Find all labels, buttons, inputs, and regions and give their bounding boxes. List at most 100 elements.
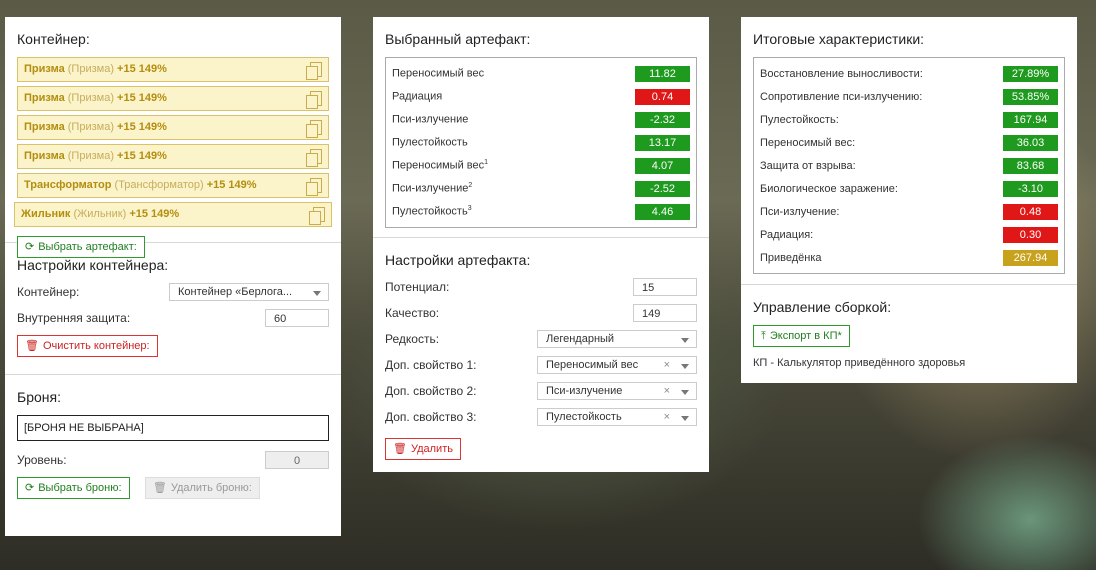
- total-value: 27.89%: [1003, 65, 1058, 82]
- slot-bonus: +15 149%: [117, 92, 167, 104]
- artifact-slot[interactable]: Призма (Призма) +15 149%: [17, 144, 329, 169]
- stat-row: Переносимый вес1 4.07: [392, 154, 690, 177]
- stat-value: 4.07: [635, 157, 690, 174]
- slot-name: Призма: [24, 63, 65, 75]
- copy-icon[interactable]: [306, 120, 322, 138]
- trash-icon: 🗑: [393, 443, 407, 455]
- chevron-down-icon: [681, 338, 689, 343]
- total-label: Переносимый вес:: [760, 136, 856, 149]
- stat-value: 0.74: [635, 88, 690, 105]
- extra3-select[interactable]: Пулестойкость ×: [537, 408, 697, 426]
- inner-protection-input[interactable]: 60: [265, 309, 329, 327]
- stat-value: 4.46: [635, 203, 690, 220]
- total-label: Пулестойкость:: [760, 113, 839, 126]
- refresh-icon: ⟳: [25, 482, 35, 494]
- slot-name: Трансформатор: [24, 179, 112, 191]
- slot-name: Призма: [24, 121, 65, 133]
- totals-title: Итоговые характеристики:: [753, 31, 925, 47]
- container-select[interactable]: Контейнер «Берлога...: [169, 283, 329, 301]
- trash-icon: 🗑: [25, 340, 39, 352]
- slot-orig: (Призма): [67, 150, 114, 162]
- total-label: Сопротивление пси-излучению:: [760, 90, 923, 103]
- export-button[interactable]: ⤒ Экспорт в КП*: [753, 325, 850, 347]
- extra1-label: Доп. свойство 1:: [385, 358, 477, 372]
- build-section: Управление сборкой: ⤒ Экспорт в КП* КП - …: [741, 285, 1077, 379]
- stat-label: Переносимый вес: [392, 159, 485, 172]
- slot-bonus: +15 149%: [117, 121, 167, 133]
- slot-bonus: +15 149%: [206, 179, 257, 191]
- artifact-slot[interactable]: Жильник (Жильник) +15 149%: [14, 202, 332, 227]
- build-title: Управление сборкой:: [753, 299, 892, 315]
- total-label: Приведёнка: [760, 251, 822, 264]
- stat-label: Пси-излучение: [392, 113, 469, 126]
- total-value: 167.94: [1003, 111, 1058, 128]
- copy-icon[interactable]: [306, 62, 322, 80]
- copy-icon[interactable]: [306, 178, 322, 196]
- chevron-down-icon: [681, 390, 689, 395]
- inner-protection-label: Внутренняя защита:: [17, 311, 131, 325]
- artifact-slot[interactable]: Призма (Призма) +15 149%: [17, 57, 329, 82]
- stat-sup: 3: [467, 205, 472, 213]
- slot-bonus: +15 149%: [117, 63, 167, 75]
- slot-name: Призма: [24, 92, 65, 104]
- slot-orig: (Призма): [67, 92, 114, 104]
- stat-sup: 2: [468, 182, 473, 190]
- chevron-down-icon: [313, 291, 321, 296]
- selected-artifact-section: Выбранный артефакт: Переносимый вес 11.82…: [373, 17, 709, 238]
- total-value: 83.68: [1003, 157, 1058, 174]
- clear-icon[interactable]: ×: [664, 409, 670, 425]
- quality-label: Качество:: [385, 306, 440, 320]
- total-row: Биологическое заражение: -3.10: [760, 177, 1058, 200]
- export-note: КП - Калькулятор приведённого здоровья: [753, 357, 966, 369]
- slot-name: Жильник: [21, 208, 71, 220]
- container-settings-section: Настройки контейнера: Контейнер: Контейн…: [5, 243, 341, 375]
- artifact-slot[interactable]: Призма (Призма) +15 149%: [17, 86, 329, 111]
- upload-icon: ⤒: [761, 330, 766, 342]
- total-row: Пулестойкость: 167.94: [760, 108, 1058, 131]
- total-value: 0.48: [1003, 203, 1058, 220]
- total-value: 267.94: [1003, 249, 1058, 266]
- container-section: Контейнер: Призма (Призма) +15 149% Призм…: [5, 17, 341, 258]
- stat-sup: 1: [484, 159, 489, 167]
- slot-bonus: +15 149%: [117, 150, 167, 162]
- artifact-slot[interactable]: Трансформатор (Трансформатор) +15 149%: [17, 173, 329, 198]
- potential-input[interactable]: 15: [633, 278, 697, 296]
- stat-label: Пулестойкость: [392, 136, 468, 149]
- extra2-select[interactable]: Пси-излучение ×: [537, 382, 697, 400]
- total-label: Биологическое заражение:: [760, 182, 898, 195]
- rarity-select[interactable]: Легендарный: [537, 330, 697, 348]
- container-settings-title: Настройки контейнера:: [17, 257, 169, 273]
- clear-icon[interactable]: ×: [664, 383, 670, 399]
- clear-icon[interactable]: ×: [664, 357, 670, 373]
- stat-row: Пси-излучение -2.32: [392, 108, 690, 131]
- stat-row: Пси-излучение2 -2.52: [392, 177, 690, 200]
- slot-bonus: +15 149%: [129, 208, 180, 220]
- total-row: Радиация: 0.30: [760, 223, 1058, 246]
- artifact-slot[interactable]: Призма (Призма) +15 149%: [17, 115, 329, 140]
- copy-icon[interactable]: [306, 91, 322, 109]
- slot-orig: (Жильник): [73, 208, 127, 220]
- potential-label: Потенциал:: [385, 280, 450, 294]
- stat-row: Пулестойкость3 4.46: [392, 200, 690, 223]
- extra1-select[interactable]: Переносимый вес ×: [537, 356, 697, 374]
- armor-section: Броня: [БРОНЯ НЕ ВЫБРАНА] Уровень: 0 ⟳ Вы…: [5, 375, 341, 509]
- stat-label: Пулестойкость: [392, 205, 468, 218]
- armor-field[interactable]: [БРОНЯ НЕ ВЫБРАНА]: [17, 415, 329, 441]
- choose-armor-button[interactable]: ⟳ Выбрать броню:: [17, 477, 130, 499]
- totals-section: Итоговые характеристики: Восстановление …: [741, 17, 1077, 285]
- copy-icon[interactable]: [309, 207, 325, 225]
- total-label: Восстановление выносливости:: [760, 67, 923, 80]
- stat-label: Переносимый вес: [392, 67, 485, 80]
- stat-value: -2.52: [635, 180, 690, 197]
- slot-orig: (Призма): [67, 121, 114, 133]
- total-value: 36.03: [1003, 134, 1058, 151]
- copy-icon[interactable]: [306, 149, 322, 167]
- slot-orig: (Призма): [67, 63, 114, 75]
- total-row: Приведёнка 267.94: [760, 246, 1058, 269]
- totals-stats: Восстановление выносливости: 27.89% Сопрот…: [753, 57, 1065, 274]
- delete-artifact-button[interactable]: 🗑 Удалить: [385, 438, 461, 460]
- selected-artifact-title: Выбранный артефакт:: [385, 31, 531, 47]
- choose-artifact-button[interactable]: ⟳ Выбрать артефакт:: [17, 236, 145, 258]
- quality-input[interactable]: 149: [633, 304, 697, 322]
- clear-container-button[interactable]: 🗑 Очистить контейнер:: [17, 335, 158, 357]
